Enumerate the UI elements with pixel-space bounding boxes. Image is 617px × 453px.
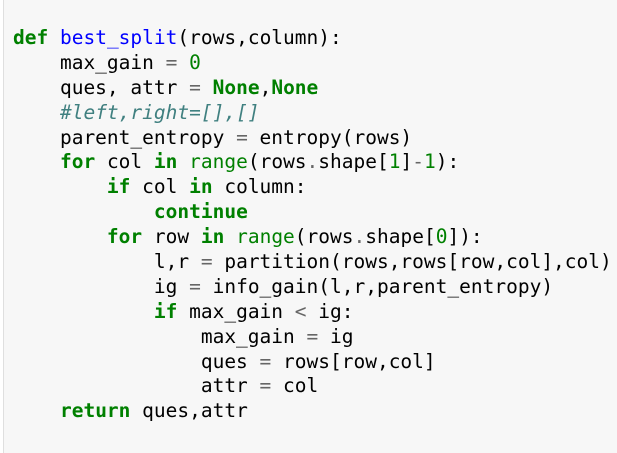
code-text-token: ]): (447, 225, 483, 249)
code-line: ques = rows[row,col] (13, 350, 612, 375)
code-text-token: max_gain (13, 324, 307, 348)
code-line: attr = col (13, 374, 612, 399)
code-cell[interactable]: def best_split(rows,column): max_gain = … (3, 0, 617, 453)
code-text-token: ig: (306, 299, 354, 323)
code-text-token: max_gain (177, 299, 295, 323)
code-text-token: , (259, 75, 272, 99)
keyword-token: for (106, 225, 143, 249)
code-text-token: entropy(rows) (247, 125, 413, 149)
keyword-token: if (153, 299, 178, 323)
code-line: if col in column: (13, 175, 612, 200)
code-text-token: partition(rows,rows[row,col],col) (212, 250, 612, 274)
code-line: for row in range(rows.shape[0]): (13, 225, 612, 250)
operator-token: . (353, 225, 366, 249)
number-token: 1 (424, 150, 436, 174)
operator-token: = (200, 250, 213, 274)
code-text-token: col (95, 150, 154, 174)
code-text-token: column: (212, 175, 307, 199)
operator-token: = (306, 324, 319, 348)
builtin-token: range (236, 225, 295, 249)
keyword-token: None (212, 75, 260, 99)
code-line: continue (13, 200, 612, 225)
operator-token: < (294, 299, 307, 323)
keyword-token: None (271, 75, 319, 99)
code-line: #left,right=[],[] (13, 101, 612, 126)
builtin-token: range (189, 150, 248, 174)
comment-token: #left,right=[],[] (59, 100, 260, 124)
code-line: l,r = partition(rows,rows[row,col],col) (13, 250, 612, 275)
keyword-token: in (153, 150, 178, 174)
code-line: return ques,attr (13, 399, 612, 424)
code-text-token: rows[row,col] (271, 349, 436, 373)
code-text-token: ): (435, 150, 460, 174)
code-line: ques, attr = None,None (13, 76, 612, 101)
code-line: parent_entropy = entropy(rows) (13, 126, 612, 151)
keyword-token: for (59, 150, 96, 174)
code-text-token: col (271, 374, 319, 398)
code-text-token: ig (318, 324, 354, 348)
number-token: 0 (435, 225, 448, 249)
code-line: max_gain = 0 (13, 51, 612, 76)
code-text-token: max_gain (13, 50, 166, 74)
number-token: 0 (189, 50, 201, 74)
code-text-token: l,r (13, 250, 201, 274)
operator-token: = (189, 75, 201, 99)
operator-token: = (165, 50, 178, 74)
number-token: 1 (388, 150, 401, 174)
code-text-token: attr (13, 374, 260, 398)
operator-token: = (189, 274, 201, 298)
code-text-token: shape[ (318, 150, 389, 174)
operator-token: = (236, 125, 248, 149)
code-line: ig = info_gain(l,r,parent_entropy) (13, 275, 612, 300)
function-name-token: best_split (59, 26, 178, 49)
code-editor[interactable]: def best_split(rows,column): max_gain = … (13, 26, 612, 424)
code-text-token: (rows (247, 150, 307, 174)
operator-token: = (259, 374, 272, 398)
code-text-token: row (142, 225, 201, 249)
operator-token: . (306, 150, 319, 174)
operator-token: - (412, 150, 424, 174)
keyword-token: def (13, 26, 49, 49)
code-text-token: shape[ (365, 225, 436, 249)
code-text-token: ig (13, 274, 190, 298)
code-text-token: (rows (294, 225, 354, 249)
code-line: for col in range(rows.shape[1]-1): (13, 150, 612, 175)
operator-token: = (259, 349, 272, 373)
code-text-token: ques, attr (13, 75, 190, 99)
code-text-token: ques,attr (130, 399, 248, 423)
code-text-token: parent_entropy (13, 125, 237, 149)
keyword-token: continue (153, 200, 248, 224)
keyword-token: if (106, 175, 131, 199)
code-text-token: info_gain(l,r,parent_entropy) (200, 274, 554, 298)
code-line: max_gain = ig (13, 325, 612, 350)
code-line: def best_split(rows,column): (13, 26, 612, 51)
code-text-token: ] (400, 150, 413, 174)
keyword-token: in (189, 175, 213, 199)
code-text-token: col (130, 175, 190, 199)
code-line: if max_gain < ig: (13, 300, 612, 325)
keyword-token: in (200, 225, 225, 249)
code-text-token: (rows,column): (177, 26, 342, 49)
keyword-token: return (59, 399, 131, 423)
code-text-token: ques (13, 349, 260, 373)
